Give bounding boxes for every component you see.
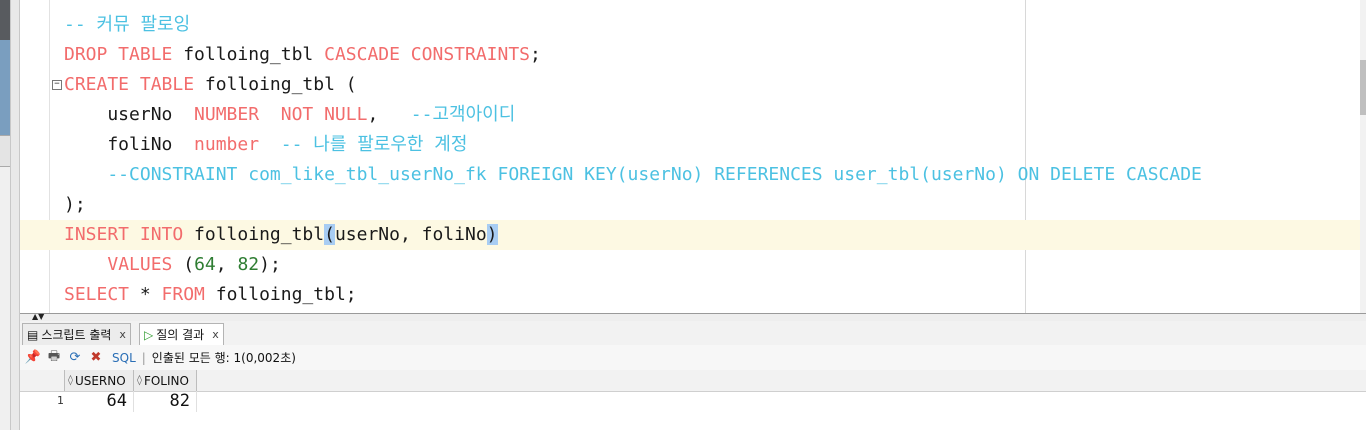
print-icon[interactable]: 🖶 [46,349,62,366]
code-token: * [139,284,162,305]
sql-comment: --고객아이디 [410,104,516,125]
close-icon[interactable]: x [212,328,219,341]
column-header-userno[interactable]: ◊ USERNO [64,370,134,391]
result-toolbar: 📌 🖶 ⟳ ✖ SQL | 인출된 모든 행: 1(0,002초) [20,345,1366,370]
sort-icon[interactable]: ◊ [68,375,73,386]
refresh-icon[interactable]: ⟳ [67,350,83,366]
sql-keyword: DROP TABLE [64,44,184,65]
result-grid: ◊ USERNO ◊ FOLINO 1 64 82 [20,370,1366,430]
fetch-status: 인출된 모든 행: 1(0,002초) [151,351,296,365]
code-token: folloing_tbl [194,224,325,245]
sql-keyword: number [194,134,260,155]
result-tabs: ▤ 스크립트 출력 x ▷ 질의 결과 x [20,321,1366,346]
bracket-match: ) [486,224,498,245]
code-line[interactable]: SELECT * FROM folloing_tbl; [64,280,1366,310]
code-line[interactable]: CREATE TABLE folloing_tbl ( [64,70,1366,100]
cancel-query-icon[interactable]: ✖ [88,350,104,366]
sql-keyword: CASCADE CONSTRAINTS [324,44,531,65]
code-line[interactable]: foliNo number -- 나를 팔로우한 계정 [64,130,1366,160]
column-label: USERNO [74,373,126,388]
script-output-icon: ▤ [27,327,39,342]
code-line[interactable]: -- 커뮤 팔로잉 [64,10,1366,40]
close-icon[interactable]: x [119,328,126,341]
left-panel-selection [0,40,10,135]
row-number: 1 [57,394,64,407]
sql-comment: -- 나를 팔로우한 계정 [280,134,468,155]
run-query-icon: ▷ [144,327,154,342]
tab-label: 질의 결과 [156,328,205,342]
tab-query-result[interactable]: ▷ 질의 결과 x [139,323,224,345]
code-line[interactable]: INSERT INTO folloing_tbl(userNo, foliNo) [20,220,1366,250]
table-row[interactable]: 1 64 82 [20,391,1366,412]
column-header-folino[interactable]: ◊ FOLINO [133,370,197,391]
sort-icon[interactable]: ◊ [137,375,142,386]
code-token: ( [183,254,195,275]
fold-collapse-icon[interactable]: − [52,80,62,90]
tab-label: 스크립트 출력 [41,328,112,342]
code-token: ); [64,194,86,215]
sql-editor[interactable]: − -- 커뮤 팔로잉 DROP TABLE folloing_tbl CASCA… [20,0,1366,313]
code-line[interactable]: ); [64,190,1366,220]
column-label: FOLINO [143,373,189,388]
left-panel-strip [0,0,10,430]
code-token: folloing_tbl ( [204,74,357,95]
code-token: folloing_tbl [183,44,325,65]
code-token: , [215,254,238,275]
cell-userno[interactable]: 64 [64,391,134,412]
code-lines[interactable]: -- 커뮤 팔로잉 DROP TABLE folloing_tbl CASCADE… [20,10,1366,310]
grid-header: ◊ USERNO ◊ FOLINO [20,370,1366,392]
bracket-match: ( [324,224,335,245]
code-line[interactable]: userNo NUMBER NOT NULL, --고객아이디 [64,100,1366,130]
sql-keyword: INSERT INTO [64,224,195,245]
sql-comment: -- 커뮤 팔로잉 [64,14,191,35]
code-token: foliNo [64,134,195,155]
collapse-arrows-icon[interactable]: ▲▼ [32,312,44,321]
sql-keyword: NUMBER NOT NULL [194,104,368,125]
tab-script-output[interactable]: ▤ 스크립트 출력 x [22,323,131,345]
sql-number: 64 [194,254,216,275]
sql-keyword: SELECT [64,284,140,305]
vertical-splitter[interactable] [10,0,20,430]
gutter-divider [49,0,50,313]
sql-keyword: VALUES [107,254,184,275]
toolbar-separator: | [141,350,146,365]
code-line[interactable]: VALUES (64, 82); [64,250,1366,280]
sql-button[interactable]: SQL [112,351,136,365]
sql-number: 82 [237,254,260,275]
cell-folino[interactable]: 82 [133,391,197,412]
code-token: userNo [64,104,195,125]
left-panel-divider[interactable] [0,135,10,167]
sql-keyword: CREATE TABLE [64,74,205,95]
sql-keyword: FROM [161,284,216,305]
code-token: , [367,104,411,125]
editor-scrollbar[interactable] [1360,0,1366,313]
code-token: userNo, foliNo [334,224,487,245]
code-token: folloing_tbl; [215,284,357,305]
pin-icon[interactable]: 📌 [25,350,41,366]
code-line[interactable]: --CONSTRAINT com_like_tbl_userNo_fk FORE… [64,160,1366,190]
editor-scrollbar-thumb[interactable] [1360,60,1366,115]
code-token: ); [259,254,281,275]
code-line[interactable]: DROP TABLE folloing_tbl CASCADE CONSTRAI… [64,40,1366,70]
sql-comment: --CONSTRAINT com_like_tbl_userNo_fk FORE… [64,164,1202,185]
code-token: ; [530,44,541,65]
